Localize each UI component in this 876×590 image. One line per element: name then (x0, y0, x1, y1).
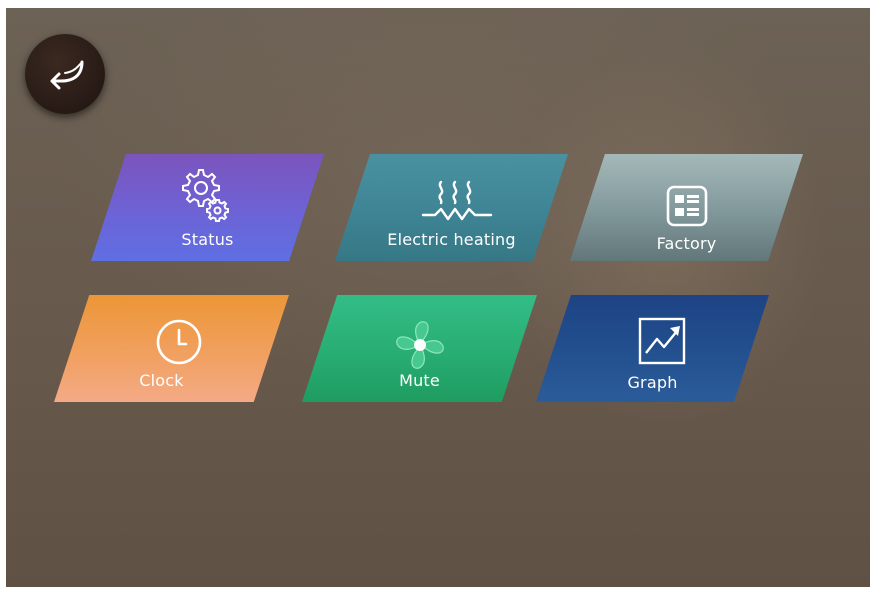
status-tile[interactable]: Status (91, 154, 324, 261)
graph-label: Graph (627, 373, 678, 392)
gears-icon (182, 169, 229, 222)
list-grid-icon (666, 185, 708, 227)
clock-label: Clock (139, 371, 184, 390)
graph-tile[interactable]: Graph (536, 295, 769, 402)
clock-icon (156, 319, 202, 365)
fan-icon (396, 321, 444, 369)
factory-label: Factory (656, 234, 717, 253)
trend-chart-icon (638, 317, 686, 365)
return-arrow-icon (50, 60, 84, 90)
menu-screen: Status Electric heating Factory Clock Mu… (6, 8, 870, 587)
mute-label: Mute (399, 371, 440, 390)
electric-heating-label: Electric heating (387, 230, 516, 249)
electric-heating-tile[interactable]: Electric heating (335, 154, 568, 261)
clock-tile[interactable]: Clock (54, 295, 289, 402)
back-button[interactable] (25, 34, 105, 114)
heating-element-icon (421, 180, 493, 221)
status-label: Status (181, 230, 234, 249)
mute-tile[interactable]: Mute (302, 295, 537, 402)
factory-tile[interactable]: Factory (570, 154, 803, 261)
